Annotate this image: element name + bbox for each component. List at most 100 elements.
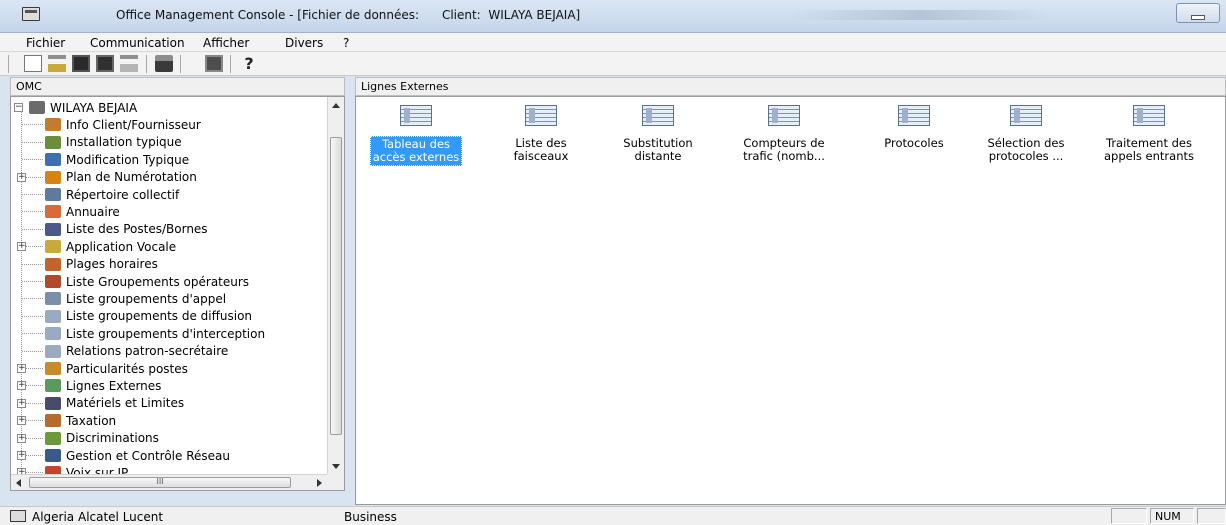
- item-tableau-acces[interactable]: Tableau des accès externes: [363, 105, 469, 166]
- tree-item-lignes-externes[interactable]: Lignes Externes: [45, 377, 161, 394]
- tree-view[interactable]: WILAYA BEJAIA − Info Client/Fournisseur Ins…: [10, 96, 345, 491]
- hscroll-thumb[interactable]: III: [29, 477, 291, 488]
- menu-divers[interactable]: Divers: [285, 36, 323, 50]
- tree-item-app-vocale[interactable]: Application Vocale: [45, 238, 176, 255]
- collapse-icon[interactable]: −: [14, 103, 23, 112]
- help-icon[interactable]: ?: [240, 55, 258, 72]
- expand-icon[interactable]: +: [17, 416, 26, 426]
- item-compteurs-trafic[interactable]: Compteurs de trafic (nomb...: [731, 105, 837, 164]
- item-label: Traitement des appels entrants: [1102, 136, 1196, 164]
- tree-branch-line: [22, 194, 43, 195]
- expand-icon[interactable]: +: [17, 451, 26, 460]
- scroll-right-arrow[interactable]: [317, 479, 322, 487]
- tree-item-label: Particularités postes: [66, 361, 188, 376]
- tree-item-groupements-diffusion[interactable]: Liste groupements de diffusion: [45, 308, 252, 325]
- item-substitution[interactable]: Substitution distante: [605, 105, 711, 164]
- tree-item-discriminations[interactable]: Discriminations: [45, 430, 159, 447]
- open-folder-icon[interactable]: [120, 55, 138, 72]
- expand-icon[interactable]: +: [17, 433, 26, 443]
- tree-item-info-client[interactable]: Info Client/Fournisseur: [45, 116, 201, 133]
- tree-item-modification[interactable]: Modification Typique: [45, 151, 189, 168]
- list-icon: [45, 327, 61, 341]
- scroll-left-arrow[interactable]: [16, 479, 21, 487]
- table-icon: [400, 105, 432, 126]
- tree-item-plages[interactable]: Plages horaires: [45, 256, 158, 273]
- open-icon[interactable]: [48, 55, 66, 72]
- tree-item-label: Lignes Externes: [66, 378, 162, 393]
- tree-item-installation[interactable]: Installation typique: [45, 134, 182, 151]
- toolbar: ?: [0, 52, 1226, 76]
- scroll-down-arrow[interactable]: [332, 464, 340, 469]
- app-icon[interactable]: [22, 7, 40, 21]
- tree-item-label: Gestion et Contrôle Réseau: [66, 448, 230, 463]
- tree-item-label: Liste Groupements opérateurs: [66, 274, 250, 289]
- tree-item-particularites[interactable]: Particularités postes: [45, 360, 188, 377]
- expand-icon[interactable]: +: [17, 172, 26, 182]
- status-company: Algeria Alcatel Lucent: [32, 510, 164, 524]
- tree-item-postes[interactable]: Liste des Postes/Bornes: [45, 221, 208, 238]
- clock-icon: [45, 257, 61, 271]
- tree-item-numerotation[interactable]: Plan de Numérotation: [45, 169, 197, 186]
- tree-item-repertoire[interactable]: Répertoire collectif: [45, 186, 179, 203]
- tree-branch-line: [22, 263, 43, 265]
- new-icon[interactable]: [24, 55, 42, 72]
- directory-icon: [45, 188, 61, 201]
- expand-icon[interactable]: +: [17, 398, 26, 408]
- table-icon: [1133, 105, 1165, 126]
- modification-icon: [45, 153, 61, 167]
- tree-item-label: Relations patron-secrétaire: [66, 344, 229, 359]
- save-as-icon[interactable]: [96, 55, 114, 72]
- tree-item-taxation[interactable]: Taxation: [45, 412, 116, 429]
- title-blur: [790, 10, 1050, 20]
- menu-help[interactable]: ?: [343, 36, 349, 50]
- status-cell-empty: [1197, 508, 1226, 524]
- item-traitement-appels[interactable]: Traitement des appels entrants: [1096, 105, 1202, 164]
- tree-branch-line: [22, 350, 43, 352]
- save-icon[interactable]: [72, 55, 90, 72]
- tree-item-label: Liste des Postes/Bornes: [66, 222, 208, 237]
- menu-communication[interactable]: Communication: [90, 36, 185, 50]
- scroll-up-arrow[interactable]: [332, 103, 340, 108]
- exit-icon[interactable]: [205, 55, 223, 72]
- horizontal-scrollbar[interactable]: III: [11, 474, 329, 490]
- tree-item-annuaire[interactable]: Annuaire: [45, 203, 120, 220]
- left-pane-header: OMC: [10, 77, 345, 96]
- item-selection-protocoles[interactable]: Sélection des protocoles ...: [973, 105, 1079, 164]
- scroll-thumb[interactable]: [330, 137, 342, 435]
- tree-branch-line: [22, 281, 43, 282]
- tree-item-label: Info Client/Fournisseur: [66, 117, 201, 132]
- tree-item-label: Liste groupements d'interception: [66, 326, 266, 341]
- tree-item-label: WILAYA BEJAIA: [50, 100, 138, 115]
- tree-item-groupements-interception[interactable]: Liste groupements d'interception: [45, 325, 265, 342]
- minimize-button[interactable]: [1176, 3, 1220, 23]
- item-protocoles[interactable]: Protocoles: [861, 105, 967, 151]
- expand-icon[interactable]: +: [17, 242, 26, 252]
- tree-branch-line: [22, 159, 43, 161]
- tree-item-patron-secretaire[interactable]: Relations patron-secrétaire: [45, 343, 228, 360]
- toolbar-separator: [230, 55, 231, 73]
- discrimination-icon: [45, 431, 61, 445]
- tree-branch-line: [22, 124, 43, 126]
- tree-item-label: Modification Typique: [66, 152, 190, 167]
- expand-icon[interactable]: +: [17, 364, 26, 373]
- menu-fichier[interactable]: Fichier: [26, 36, 65, 50]
- item-label: Liste des faisceaux: [512, 136, 571, 164]
- menu-bar: Fichier Communication Afficher Divers ?: [0, 33, 1226, 52]
- tree-item-wilaya[interactable]: WILAYA BEJAIA: [29, 99, 137, 116]
- right-pane-header: Lignes Externes: [355, 77, 1226, 96]
- tree-item-groupements-operateurs[interactable]: Liste Groupements opérateurs: [45, 273, 249, 290]
- numbering-icon: [45, 170, 61, 184]
- installation-icon: [45, 135, 61, 149]
- expand-icon[interactable]: +: [17, 381, 26, 391]
- tree-item-gestion-reseau[interactable]: Gestion et Contrôle Réseau: [45, 447, 230, 464]
- tree-item-materiels[interactable]: Matériels et Limites: [45, 395, 184, 412]
- menu-afficher[interactable]: Afficher: [203, 36, 249, 50]
- content-view[interactable]: Tableau des accès externes Liste des faisce…: [355, 96, 1226, 505]
- list-icon: [45, 344, 61, 358]
- table-icon: [768, 105, 800, 126]
- tree-item-groupements-appel[interactable]: Liste groupements d'appel: [45, 290, 226, 307]
- tree-branch-line: [22, 315, 43, 317]
- vertical-scrollbar[interactable]: [327, 97, 344, 475]
- item-liste-faisceaux[interactable]: Liste des faisceaux: [488, 105, 594, 164]
- print-icon[interactable]: [155, 55, 173, 72]
